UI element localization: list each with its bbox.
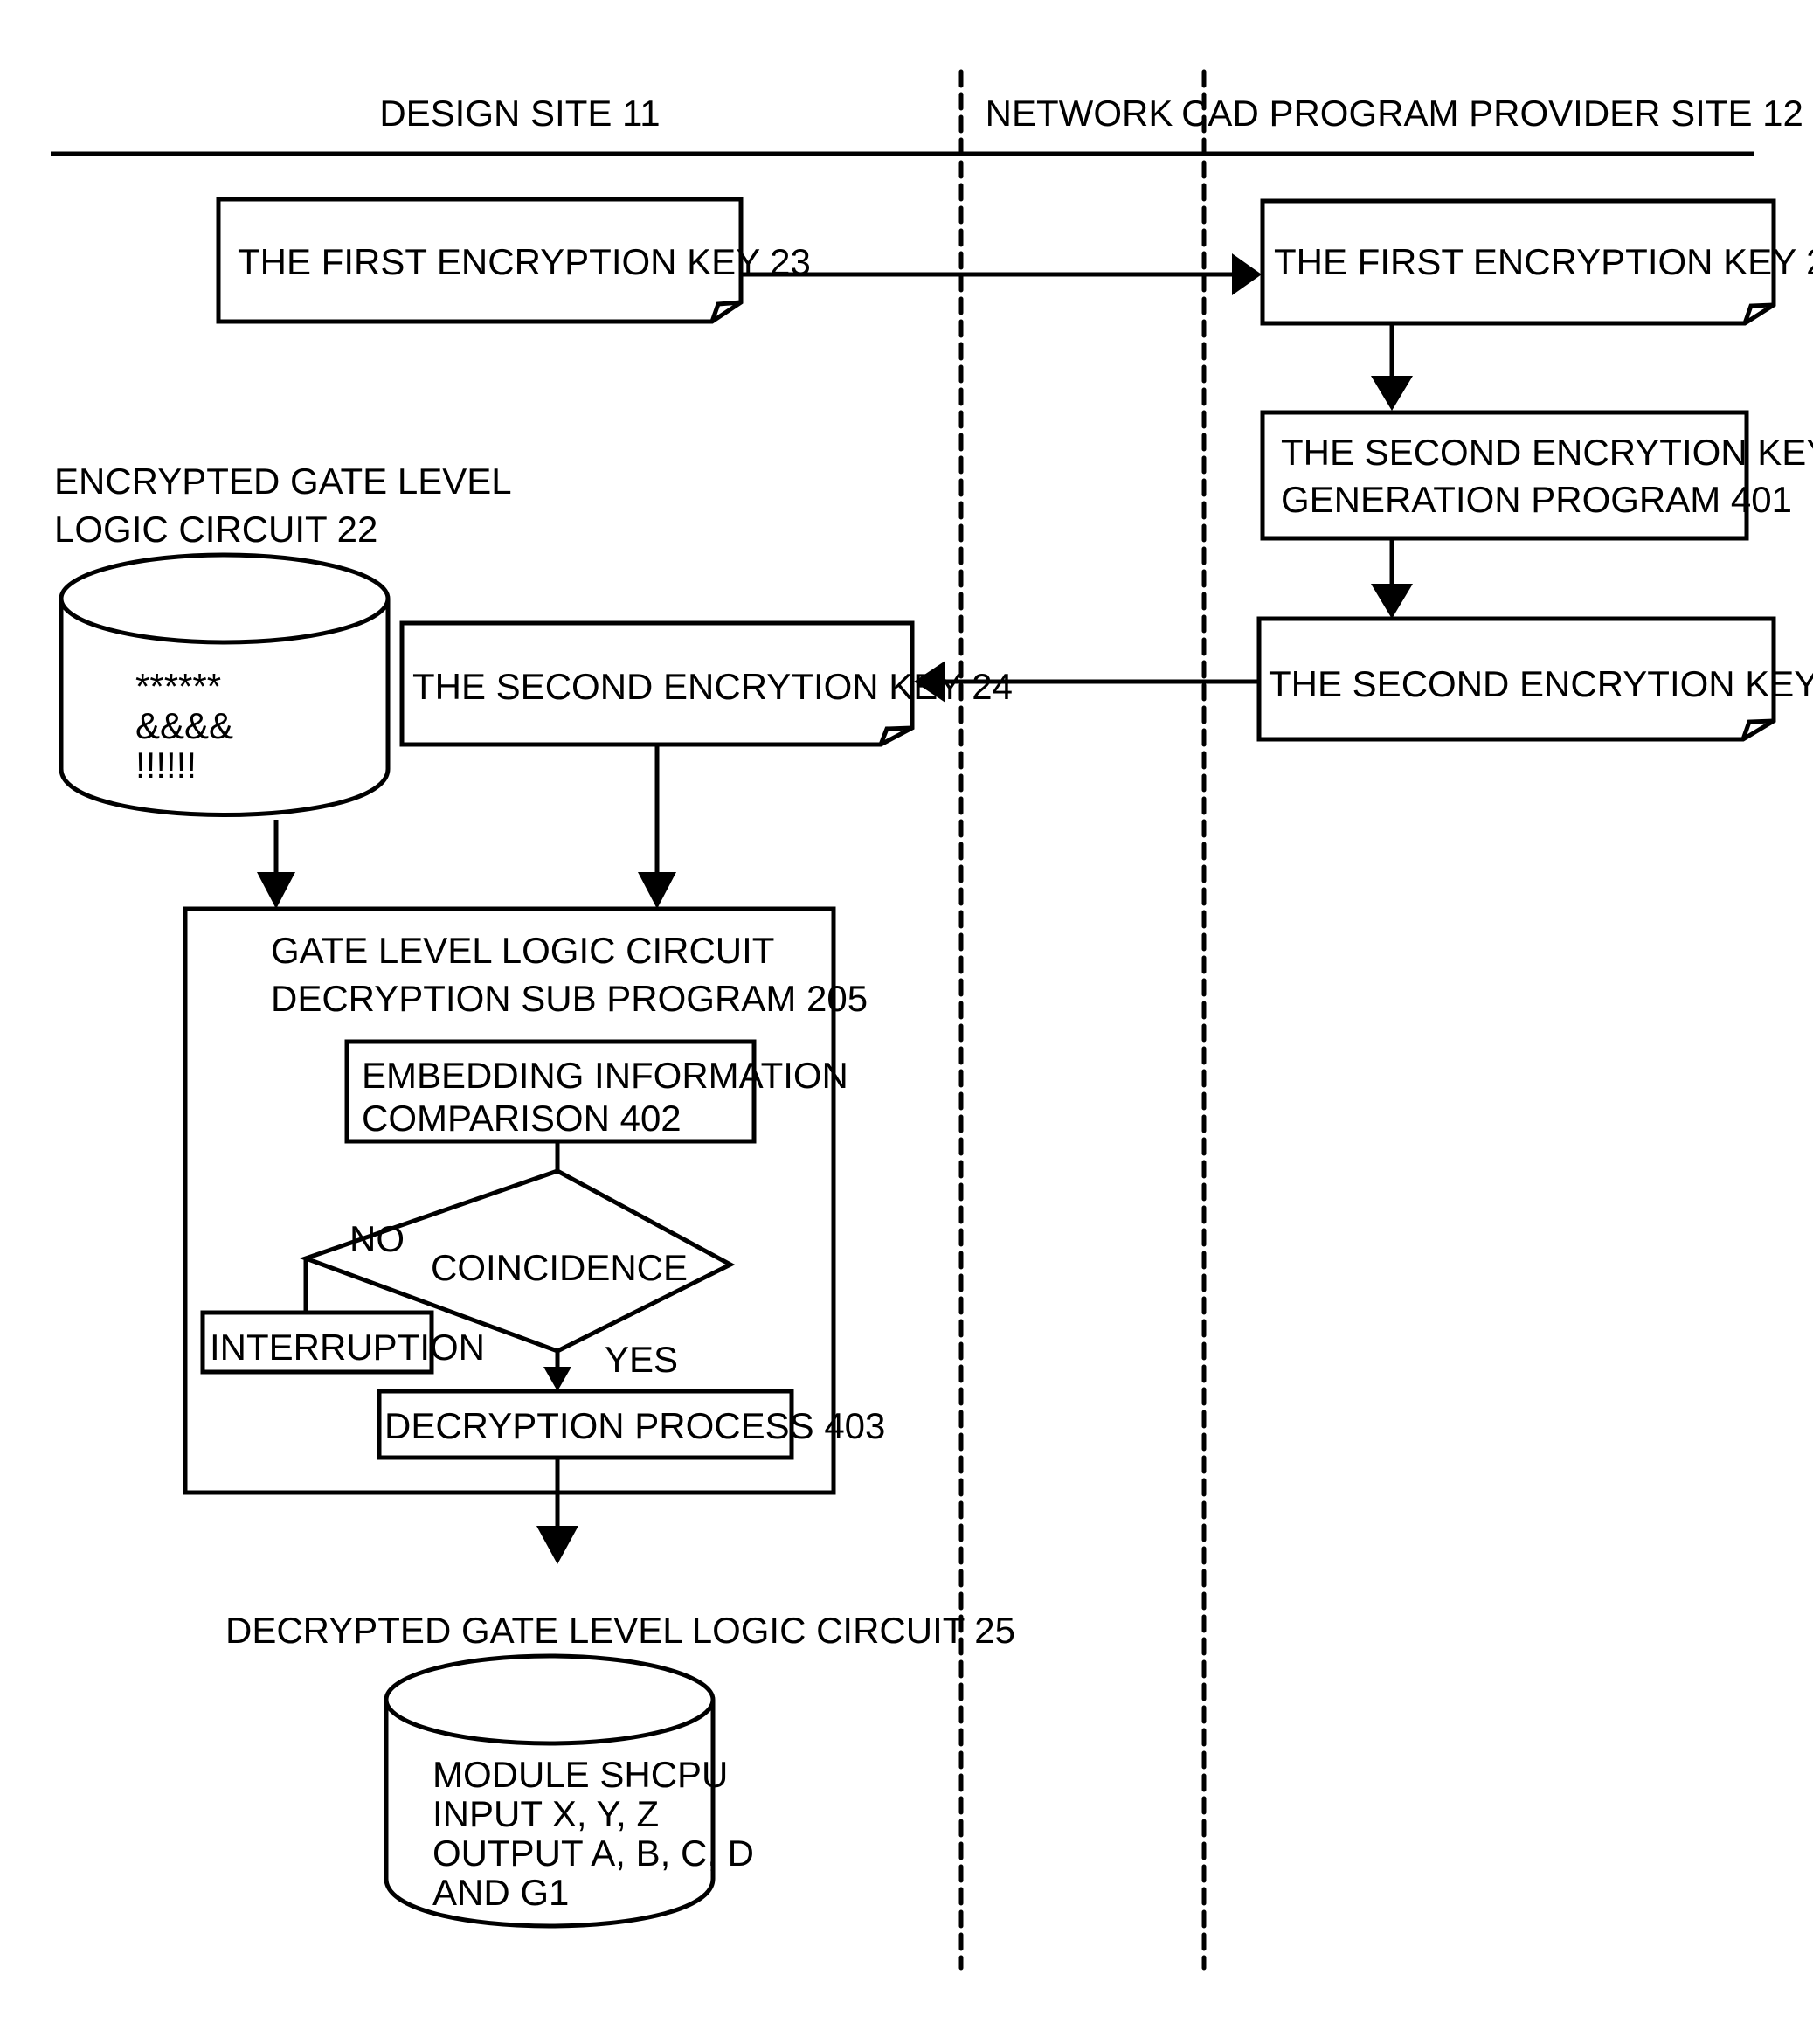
branch-label-no: NO	[349, 1218, 405, 1259]
arrow-head-to-output	[536, 1526, 578, 1564]
decrypted-circuit-label: DECRYPTED GATE LEVEL LOGIC CIRCUIT 25	[225, 1610, 1015, 1651]
arrow-head-first-key	[1232, 253, 1262, 295]
db-encrypted-circuit: ****** &&&& !!!!!!	[59, 552, 391, 817]
decryption-process-label: DECRYPTION PROCESS 403	[384, 1405, 885, 1446]
encrypted-content-line-2: &&&&	[135, 705, 233, 746]
embedding-line-2: COMPARISON 402	[362, 1098, 682, 1139]
db-decrypted-circuit: MODULE SHCPU INPUT X, Y, Z OUTPUT A, B, …	[384, 1653, 754, 1929]
doc-second-key-design: THE SECOND ENCRYTION KEY 24	[399, 620, 1013, 747]
box-key-generation-program: THE SECOND ENCRYTION KEY GENERATION PROG…	[1260, 410, 1813, 541]
keygen-line-2: GENERATION PROGRAM 401	[1281, 479, 1792, 520]
encrypted-content-line-1: ******	[135, 666, 221, 707]
arrow-head-db-to-subprogram	[257, 872, 295, 909]
subprogram-title-2: DECRYPTION SUB PROGRAM 205	[271, 978, 868, 1019]
subprogram-title-1: GATE LEVEL LOGIC CIRCUIT	[271, 930, 774, 971]
lane-header-design-site: DESIGN SITE 11	[379, 93, 660, 134]
interruption-label: INTERRUPTION	[210, 1327, 485, 1368]
doc-first-key-provider: THE FIRST ENCRYPTION KEY 23	[1260, 198, 1813, 326]
encrypted-circuit-label-1: ENCRYPTED GATE LEVEL	[54, 461, 512, 502]
doc-first-key-design-label: THE FIRST ENCRYPTION KEY 23	[238, 241, 811, 282]
arrow-head-key-to-subprogram	[638, 872, 676, 909]
doc-first-key-design: THE FIRST ENCRYPTION KEY 23	[216, 197, 811, 324]
decision-label: COINCIDENCE	[431, 1247, 688, 1288]
lane-header-provider-site: CAD PROGRAM PROVIDER SITE 12	[1181, 93, 1803, 134]
doc-second-key-provider: THE SECOND ENCRYTION KEY 24	[1256, 616, 1813, 742]
decrypted-content-line-3: OUTPUT A, B, C, D	[432, 1833, 754, 1874]
keygen-line-1: THE SECOND ENCRYTION KEY	[1281, 432, 1813, 473]
encrypted-content-line-3: !!!!!!	[135, 745, 197, 786]
decrypted-content-line-4: AND G1	[432, 1872, 569, 1913]
arrow-head-to-keygen	[1371, 376, 1413, 411]
doc-first-key-provider-label: THE FIRST ENCRYPTION KEY 23	[1274, 241, 1813, 282]
decrypted-content-line-2: INPUT X, Y, Z	[432, 1793, 659, 1834]
doc-second-key-design-label: THE SECOND ENCRYTION KEY 24	[412, 666, 1013, 707]
flow-diagram: DESIGN SITE 11 NETWORK CAD PROGRAM PROVI…	[51, 69, 1813, 1971]
encrypted-circuit-label-2: LOGIC CIRCUIT 22	[54, 509, 377, 550]
decrypted-content-line-1: MODULE SHCPU	[432, 1754, 728, 1795]
embedding-line-1: EMBEDDING INFORMATION	[362, 1055, 848, 1096]
arrow-head-to-second-key	[1371, 584, 1413, 619]
doc-second-key-provider-label: THE SECOND ENCRYTION KEY 24	[1269, 663, 1813, 704]
branch-label-yes: YES	[605, 1339, 678, 1380]
lane-header-network: NETWORK	[986, 93, 1173, 134]
